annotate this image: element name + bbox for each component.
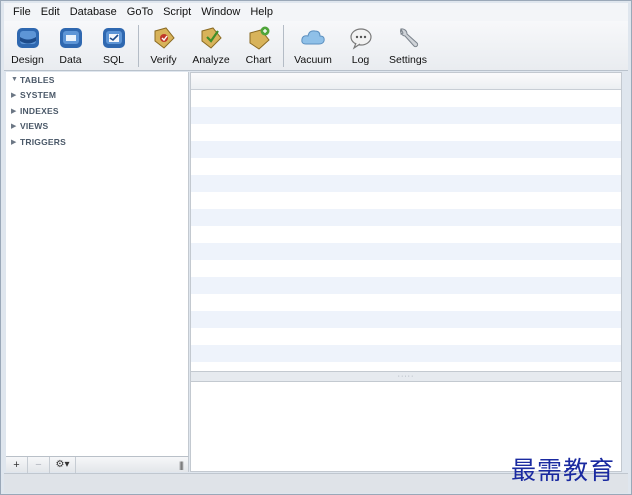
table-row[interactable] bbox=[191, 90, 621, 107]
log-label: Log bbox=[351, 54, 370, 66]
data-icon bbox=[59, 28, 82, 48]
table-row[interactable] bbox=[191, 243, 621, 260]
table-row[interactable] bbox=[191, 175, 621, 192]
sidebar-item-indexes[interactable]: ▶ INDEXES bbox=[6, 103, 188, 119]
toolbar-separator bbox=[283, 25, 284, 67]
table-row[interactable] bbox=[191, 158, 621, 175]
table-row[interactable] bbox=[191, 311, 621, 328]
sql-icon bbox=[102, 28, 125, 48]
data-label: Data bbox=[59, 54, 82, 66]
log-button[interactable]: Log bbox=[339, 21, 382, 69]
add-button[interactable]: + bbox=[6, 456, 28, 473]
chart-icon bbox=[249, 26, 270, 50]
toolbar: Design Data SQL Verify Analyze Chart Vac… bbox=[4, 21, 628, 71]
triangle-right-icon[interactable]: ▶ bbox=[11, 91, 20, 99]
triangle-down-icon[interactable]: ▼ bbox=[11, 76, 20, 83]
table-row[interactable] bbox=[191, 209, 621, 226]
sidebar-footer: + − ⚙▾ ||| bbox=[6, 456, 189, 473]
menu-help[interactable]: Help bbox=[245, 6, 278, 18]
sidebar-item-label: TRIGGERS bbox=[20, 136, 66, 147]
verify-label: Verify bbox=[150, 54, 177, 66]
design-label: Design bbox=[11, 54, 44, 66]
app-window: File Edit Database GoTo Script Window He… bbox=[0, 0, 632, 495]
menu-script[interactable]: Script bbox=[158, 6, 196, 18]
vacuum-cloud-icon bbox=[301, 30, 325, 45]
analyze-icon bbox=[201, 27, 222, 49]
settings-button[interactable]: Settings bbox=[382, 21, 434, 69]
menu-bar: File Edit Database GoTo Script Window He… bbox=[4, 3, 628, 21]
table-row[interactable] bbox=[191, 107, 621, 124]
sql-button[interactable]: SQL bbox=[92, 21, 135, 69]
sidebar-item-label: VIEWS bbox=[20, 121, 49, 132]
menu-goto[interactable]: GoTo bbox=[122, 6, 158, 18]
sidebar-tree: ▼ TABLES ▶ SYSTEM ▶ INDEXES ▶ VIEWS ▶ TR… bbox=[6, 72, 189, 456]
table-row[interactable] bbox=[191, 124, 621, 141]
menu-file[interactable]: File bbox=[8, 6, 36, 18]
pane-splitter[interactable]: ····· bbox=[190, 372, 622, 381]
watermark: 最需教育 bbox=[511, 456, 616, 485]
data-grid[interactable] bbox=[190, 72, 622, 372]
verify-button[interactable]: Verify bbox=[142, 21, 185, 69]
table-row[interactable] bbox=[191, 141, 621, 158]
splitter-grip-icon: ····· bbox=[397, 373, 415, 380]
sidebar-item-label: SYSTEM bbox=[20, 90, 57, 101]
table-row[interactable] bbox=[191, 294, 621, 311]
grid-body bbox=[191, 90, 621, 371]
chart-label: Chart bbox=[245, 54, 272, 66]
toolbar-separator bbox=[138, 25, 139, 67]
table-row[interactable] bbox=[191, 192, 621, 209]
analyze-button[interactable]: Analyze bbox=[185, 21, 237, 69]
vacuum-button[interactable]: Vacuum bbox=[287, 21, 339, 69]
sidebar-item-system[interactable]: ▶ SYSTEM bbox=[6, 88, 188, 104]
analyze-label: Analyze bbox=[192, 54, 230, 66]
sql-label: SQL bbox=[102, 54, 124, 66]
settings-wrench-icon bbox=[400, 28, 419, 48]
design-icon bbox=[16, 28, 39, 48]
menu-edit[interactable]: Edit bbox=[36, 6, 65, 18]
sidebar-item-label: TABLES bbox=[20, 74, 55, 85]
data-button[interactable]: Data bbox=[49, 21, 92, 69]
table-row[interactable] bbox=[191, 277, 621, 294]
table-row[interactable] bbox=[191, 260, 621, 277]
log-speech-icon bbox=[349, 28, 372, 50]
triangle-right-icon[interactable]: ▶ bbox=[11, 122, 20, 130]
sidebar-item-triggers[interactable]: ▶ TRIGGERS bbox=[6, 134, 188, 150]
menu-window[interactable]: Window bbox=[196, 6, 245, 18]
verify-icon bbox=[154, 27, 175, 49]
grid-header bbox=[191, 73, 621, 90]
vacuum-label: Vacuum bbox=[294, 54, 332, 66]
chart-button[interactable]: Chart bbox=[237, 21, 280, 69]
gear-menu-button[interactable]: ⚙▾ bbox=[50, 456, 76, 473]
sidebar-item-tables[interactable]: ▼ TABLES bbox=[6, 72, 188, 88]
table-row[interactable] bbox=[191, 345, 621, 362]
settings-label: Settings bbox=[389, 54, 427, 66]
design-button[interactable]: Design bbox=[6, 21, 49, 69]
remove-button[interactable]: − bbox=[28, 456, 50, 473]
sidebar-item-label: INDEXES bbox=[20, 105, 59, 116]
table-row[interactable] bbox=[191, 362, 621, 371]
triangle-right-icon[interactable]: ▶ bbox=[11, 107, 20, 115]
menu-database[interactable]: Database bbox=[65, 6, 122, 18]
table-row[interactable] bbox=[191, 226, 621, 243]
sidebar-item-views[interactable]: ▶ VIEWS bbox=[6, 119, 188, 135]
table-row[interactable] bbox=[191, 328, 621, 345]
resize-grip-icon[interactable]: ||| bbox=[179, 460, 184, 470]
triangle-right-icon[interactable]: ▶ bbox=[11, 138, 20, 146]
